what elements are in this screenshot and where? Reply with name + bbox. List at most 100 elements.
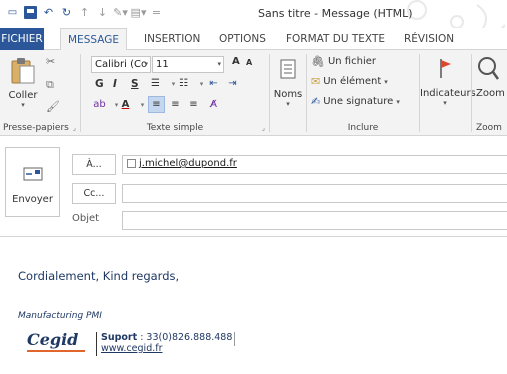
cc-button[interactable]: Cc... (72, 183, 116, 204)
cegid-logo: Cegid (27, 330, 85, 356)
to-button[interactable]: À... (72, 154, 116, 175)
increase-indent-icon[interactable]: ⇥ (224, 75, 241, 92)
subject-label: Objet (72, 213, 100, 224)
format-painter-qat-icon[interactable]: ✎▾ (113, 6, 128, 19)
zoom-label: Zoom (476, 88, 505, 99)
more-qat-icon[interactable]: ▤▾ (131, 6, 147, 19)
signature-label: Une signature (323, 96, 394, 107)
bold-button[interactable]: G (95, 78, 104, 90)
chevron-down-icon: ▾ (144, 60, 148, 68)
recipient-address: j.michel@dupond.fr (139, 158, 237, 169)
tab-message[interactable]: MESSAGE (60, 28, 127, 51)
chevron-down-icon: ▾ (384, 77, 388, 86)
align-right-icon[interactable]: ≡ (185, 96, 202, 113)
window-menu-icon[interactable]: ▭ (6, 6, 19, 19)
attach-file-button[interactable]: 🖇 Un fichier (311, 55, 376, 68)
support-label: Suport (101, 332, 138, 343)
tab-revision[interactable]: RÉVISION (404, 28, 454, 50)
ribbon-tabs: FICHIER MESSAGE INSERTION OPTIONS FORMAT… (0, 28, 507, 51)
paperclip-icon: 🖇 (311, 55, 325, 68)
send-icon (23, 167, 42, 181)
paste-dropdown-icon: ▾ (21, 101, 25, 109)
font-size-combo[interactable]: 11 ▾ (152, 56, 224, 73)
save-icon[interactable] (24, 6, 37, 19)
undo-icon[interactable]: ↶ (42, 6, 55, 19)
website-link[interactable]: www.cegid.fr (101, 343, 163, 354)
format-painter-button[interactable]: 🖌 (46, 100, 60, 113)
names-label: Noms (273, 89, 303, 100)
copy-icon: ⧉ (46, 78, 54, 91)
include-group-label: Inclure (347, 123, 379, 133)
clipboard-group: Coller ▾ ✂ ⧉ 🖌 Presse-papiers ⌟ (0, 50, 80, 136)
signature-block: Suport : 33(0)826.888.488 www.cegid.fr (101, 332, 232, 354)
cc-field[interactable] (122, 184, 507, 203)
logo-underline (27, 350, 85, 352)
subject-field[interactable] (122, 211, 507, 230)
clear-formatting-icon[interactable]: A̸ (205, 96, 222, 113)
signature-divider-right (234, 332, 235, 346)
font-name-value: Calibri (Co (95, 59, 148, 70)
tab-insertion[interactable]: INSERTION (144, 28, 200, 50)
font-color-icon[interactable]: A (117, 96, 134, 113)
shrink-font-button[interactable]: A (246, 58, 252, 67)
paste-button[interactable]: Coller ▾ (6, 56, 40, 109)
recipient-chip[interactable]: j.michel@dupond.fr (127, 158, 237, 169)
send-label: Envoyer (12, 194, 53, 205)
company-name: Manufacturing PMI (18, 311, 102, 321)
include-group: 🖇 Un fichier ✉ Un élément ▾ ✍ Une signat… (307, 50, 419, 136)
message-body[interactable]: Cordialement, Kind regards, Manufacturin… (0, 238, 507, 374)
zoom-button[interactable]: Zoom (476, 56, 507, 99)
names-dropdown-icon: ▾ (286, 100, 290, 108)
scissors-icon: ✂ (46, 55, 56, 68)
ribbon: Coller ▾ ✂ ⧉ 🖌 Presse-papiers ⌟ Calibri … (0, 50, 507, 136)
magnifier-icon (478, 57, 500, 80)
cut-button[interactable]: ✂ (46, 55, 55, 68)
signature-button[interactable]: ✍ Une signature ▾ (311, 95, 400, 108)
underline-button[interactable]: S (131, 78, 139, 90)
customize-qat-icon[interactable]: = (150, 6, 163, 19)
flags-button[interactable]: Indicateurs ▾ (420, 56, 476, 107)
title-bar: ▭ ↶ ↻ ↑ ↓ ✎▾ ▤▾ = Sans titre - Message (… (0, 0, 507, 33)
flag-icon (440, 59, 451, 78)
zoom-group-label: Zoom (476, 123, 502, 133)
copy-button[interactable]: ⧉ (46, 78, 54, 92)
align-center-icon[interactable]: ≡ (167, 96, 184, 113)
envelope-icon: ✉ (311, 75, 321, 88)
signature-icon: ✍ (311, 95, 321, 108)
clipboard-launcher-icon[interactable]: ⌟ (73, 124, 76, 132)
numbering-icon[interactable]: ☷ (175, 75, 192, 92)
contact-icon (127, 159, 136, 168)
grow-font-button[interactable]: A (232, 56, 240, 67)
basic-text-launcher-icon[interactable]: ⌟ (262, 124, 265, 132)
paste-icon (11, 58, 35, 84)
support-phone: : 33(0)826.888.488 (137, 332, 233, 343)
redo-icon[interactable]: ↻ (60, 6, 73, 19)
signature-divider (96, 332, 97, 356)
names-button[interactable]: Noms ▾ (272, 58, 304, 108)
tab-options[interactable]: OPTIONS (219, 28, 266, 50)
italic-button[interactable]: I (113, 78, 117, 90)
font-size-value: 11 (156, 59, 169, 70)
chevron-down-icon: ▾ (396, 97, 400, 106)
basic-text-group: Calibri (Co ▾ 11 ▾ A A G I S ☰ ▾ ☷ ▾ ⇤ ⇥… (81, 50, 269, 136)
greeting-text: Cordialement, Kind regards, (18, 269, 180, 283)
bullets-icon[interactable]: ☰ (147, 75, 164, 92)
tab-fichier[interactable]: FICHIER (0, 28, 44, 50)
attach-file-label: Un fichier (327, 56, 376, 67)
send-button[interactable]: Envoyer (5, 147, 60, 217)
align-left-icon[interactable]: ≡ (148, 96, 165, 113)
attach-item-button[interactable]: ✉ Un élément ▾ (311, 75, 388, 88)
to-field[interactable]: j.michel@dupond.fr (122, 155, 507, 174)
chevron-down-icon: ▾ (217, 60, 221, 68)
arrow-up-icon[interactable]: ↑ (78, 6, 91, 19)
decrease-indent-icon[interactable]: ⇤ (205, 75, 222, 92)
quick-access-toolbar: ▭ ↶ ↻ ↑ ↓ ✎▾ ▤▾ = (6, 6, 163, 19)
font-name-combo[interactable]: Calibri (Co ▾ (91, 56, 151, 73)
highlight-icon[interactable]: ab (91, 96, 108, 113)
message-header: Envoyer À... j.michel@dupond.fr Cc... Ob… (0, 137, 507, 237)
clipboard-group-label: Presse-papiers (3, 123, 69, 133)
tab-format-du-texte[interactable]: FORMAT DU TEXTE (286, 28, 385, 50)
divider (0, 236, 507, 237)
arrow-down-icon[interactable]: ↓ (96, 6, 109, 19)
paste-label: Coller (8, 90, 38, 101)
